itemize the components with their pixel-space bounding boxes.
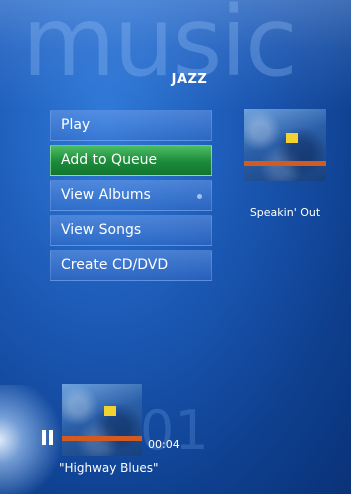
action-menu: Play Add to Queue View Albums View Songs… — [50, 110, 212, 285]
menu-item-label: View Songs — [61, 222, 142, 238]
page-title: JAZZ — [171, 72, 208, 87]
pause-icon[interactable] — [42, 430, 53, 445]
featured-album-art[interactable] — [244, 109, 326, 181]
menu-item-label: Add to Queue — [61, 152, 158, 168]
album-art-texture — [244, 109, 326, 181]
menu-item-add-to-queue[interactable]: Add to Queue — [50, 145, 212, 176]
menu-item-label: View Albums — [61, 187, 151, 203]
now-playing-album-art[interactable] — [62, 384, 142, 456]
menu-item-create-cd-dvd[interactable]: Create CD/DVD — [50, 250, 212, 281]
menu-item-play[interactable]: Play — [50, 110, 212, 141]
album-art-title-strip — [286, 133, 298, 143]
album-art-band — [244, 161, 326, 166]
indicator-dot-icon — [197, 194, 202, 199]
album-art-texture — [62, 384, 142, 456]
menu-item-label: Play — [61, 117, 91, 133]
album-art-title-strip — [104, 406, 116, 416]
featured-album-title: Speakin' Out — [249, 206, 321, 219]
media-center-screen: music JAZZ Play Add to Queue View Albums… — [0, 0, 351, 494]
now-playing-title: "Highway Blues" — [59, 461, 159, 475]
pause-bar-left — [42, 430, 46, 445]
album-art-band — [62, 436, 142, 441]
pause-bar-right — [49, 430, 53, 445]
elapsed-time: 00:04 — [148, 438, 180, 451]
menu-item-label: Create CD/DVD — [61, 257, 169, 273]
menu-item-view-songs[interactable]: View Songs — [50, 215, 212, 246]
menu-item-view-albums[interactable]: View Albums — [50, 180, 212, 211]
